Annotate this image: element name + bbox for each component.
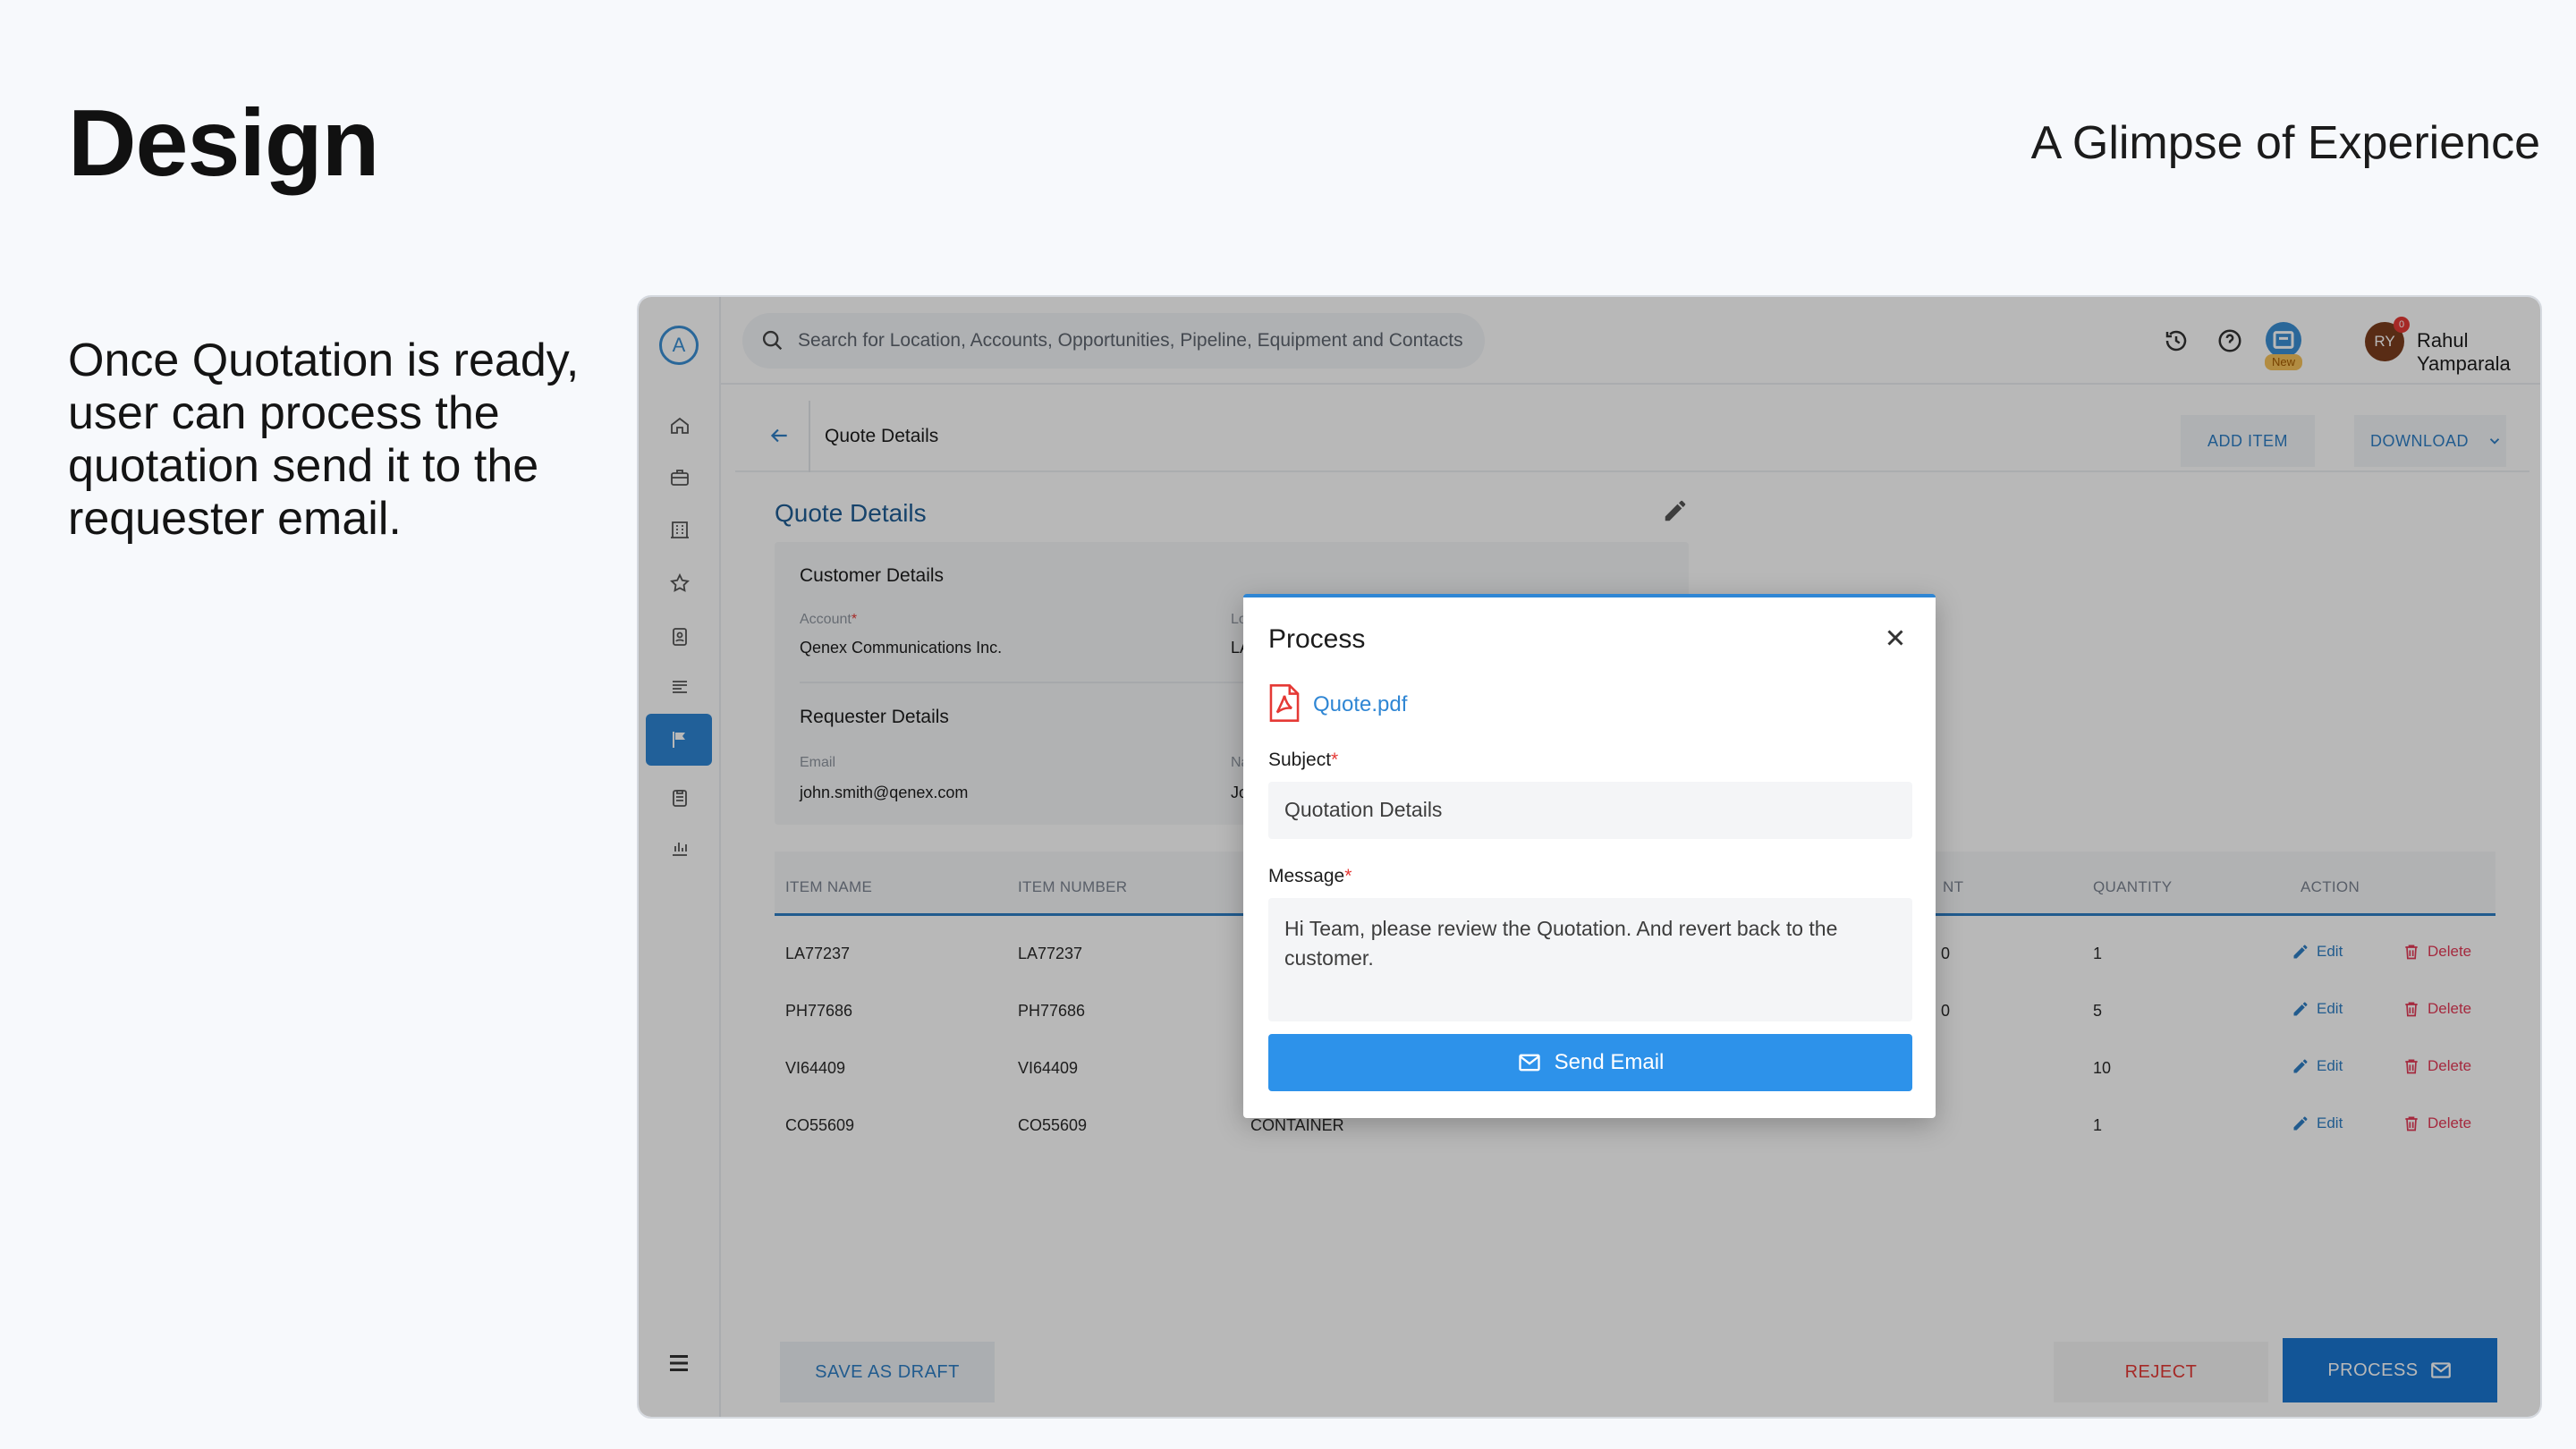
close-icon[interactable] [1882,624,1909,651]
send-email-button[interactable]: Send Email [1268,1034,1912,1091]
dialog-title: Process [1268,624,1366,654]
slide-description: Once Quotation is ready, user can proces… [68,335,580,545]
process-dialog: Process Quote.pdf Subject* Quotation Det… [1243,594,1936,1118]
slide-subtitle: A Glimpse of Experience [2030,117,2540,169]
attachment-link[interactable]: Quote.pdf [1313,692,1407,717]
subject-input[interactable]: Quotation Details [1268,782,1912,839]
message-label: Message* [1268,866,1352,886]
subject-label: Subject* [1268,750,1339,770]
pdf-file-icon [1269,684,1300,722]
send-email-label: Send Email [1554,1050,1665,1074]
mail-icon [1518,1054,1540,1072]
message-textarea[interactable]: Hi Team, please review the Quotation. An… [1268,898,1912,1021]
slide-title: Design [68,90,379,196]
